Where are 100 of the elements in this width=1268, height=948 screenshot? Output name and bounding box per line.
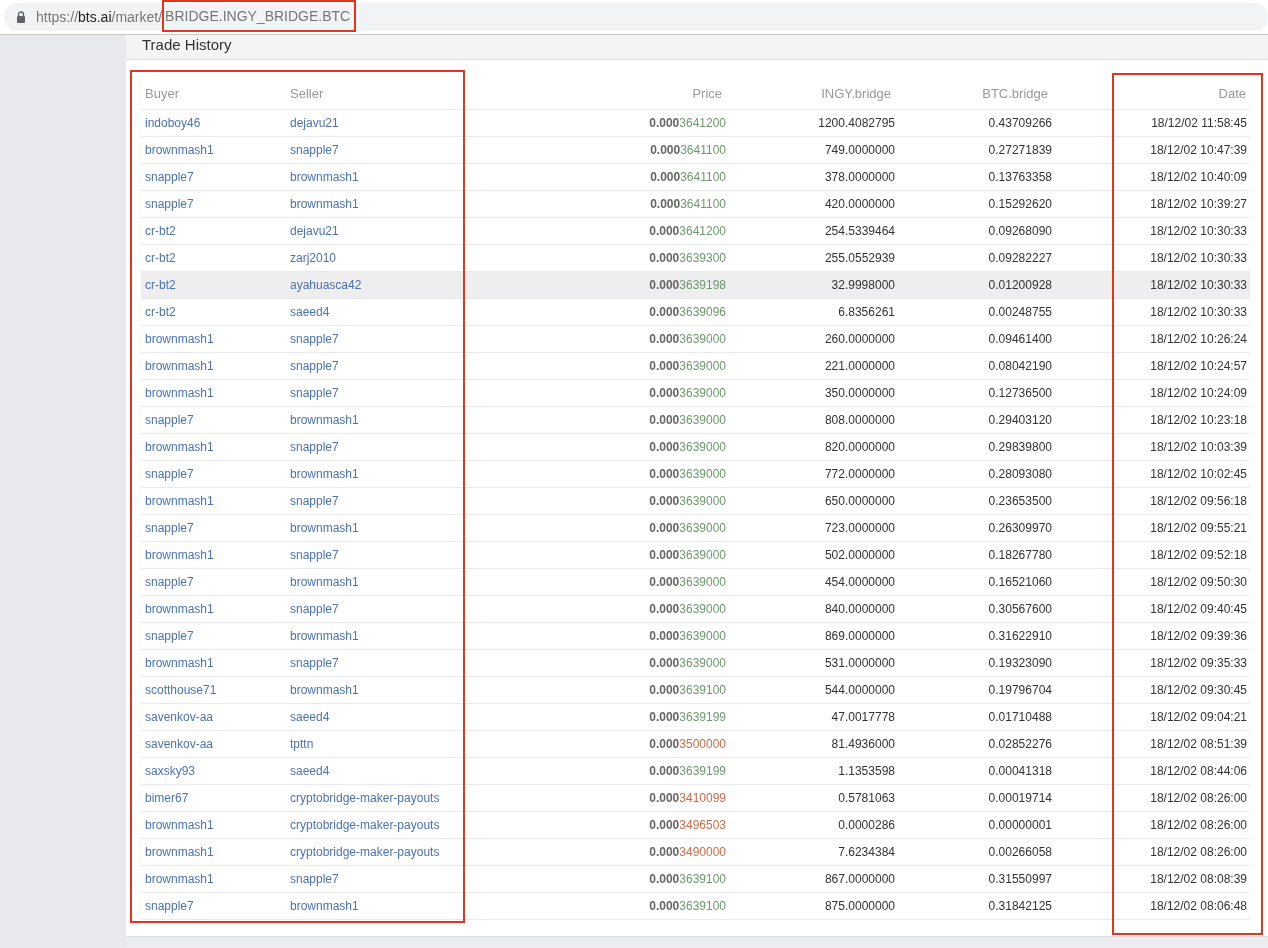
price-text: 0.0003500000 (649, 737, 726, 751)
seller-link[interactable]: snapple7 (290, 386, 339, 400)
amount-text: 502.0000000 (824, 548, 895, 562)
buyer-link[interactable]: brownmash1 (145, 143, 214, 157)
buyer-link[interactable]: brownmash1 (145, 872, 214, 886)
buyer-link[interactable]: savenkov-aa (145, 737, 214, 751)
buyer-link[interactable]: cr-bt2 (145, 278, 176, 292)
seller-link[interactable]: brownmash1 (290, 413, 359, 427)
buyer-link[interactable]: brownmash1 (145, 332, 214, 346)
buyer-link[interactable]: snapple7 (145, 467, 194, 481)
seller-link[interactable]: cryptobridge-maker-payouts (290, 818, 440, 832)
buyer-link[interactable]: brownmash1 (145, 818, 214, 832)
amount-text: 749.0000000 (824, 143, 895, 157)
amount-text: 723.0000000 (824, 521, 895, 535)
url-text: https://bts.ai/market/ (36, 9, 163, 25)
seller-link[interactable]: snapple7 (290, 602, 339, 616)
seller-link[interactable]: snapple7 (290, 548, 339, 562)
total-text: 0.13763358 (988, 170, 1052, 184)
amount-text: 0.0000286 (838, 818, 895, 832)
buyer-link[interactable]: snapple7 (145, 170, 194, 184)
seller-link[interactable]: brownmash1 (290, 899, 359, 913)
amount-text: 875.0000000 (824, 899, 895, 913)
total-text: 0.26309970 (988, 521, 1052, 535)
seller-link[interactable]: snapple7 (290, 359, 339, 373)
total-text: 0.16521060 (988, 575, 1052, 589)
seller-link[interactable]: brownmash1 (290, 683, 359, 697)
total-text: 0.29839800 (988, 440, 1052, 454)
seller-link[interactable]: saeed4 (290, 764, 330, 778)
amount-text: 0.5781063 (838, 791, 895, 805)
seller-link[interactable]: snapple7 (290, 143, 339, 157)
buyer-link[interactable]: brownmash1 (145, 548, 214, 562)
buyer-link[interactable]: snapple7 (145, 413, 194, 427)
date-text: 18/12/02 10:03:39 (1150, 440, 1247, 454)
seller-link[interactable]: zarj2010 (290, 251, 337, 265)
buyer-link[interactable]: snapple7 (145, 197, 194, 211)
buyer-link[interactable]: indoboy46 (145, 116, 201, 130)
date-text: 18/12/02 09:39:36 (1150, 629, 1247, 643)
seller-link[interactable]: dejavu21 (290, 116, 339, 130)
amount-text: 531.0000000 (824, 656, 895, 670)
seller-link[interactable]: snapple7 (290, 494, 339, 508)
date-text: 18/12/02 08:51:39 (1150, 737, 1247, 751)
buyer-link[interactable]: savenkov-aa (145, 710, 214, 724)
buyer-link[interactable]: snapple7 (145, 629, 194, 643)
price-text: 0.0003641100 (650, 197, 726, 211)
seller-link[interactable]: saeed4 (290, 305, 330, 319)
buyer-link[interactable]: scotthouse71 (145, 683, 217, 697)
seller-link[interactable]: cryptobridge-maker-payouts (290, 845, 440, 859)
buyer-link[interactable]: cr-bt2 (145, 251, 176, 265)
buyer-link[interactable]: snapple7 (145, 575, 194, 589)
price-text: 0.0003639000 (649, 629, 726, 643)
amount-text: 47.0017778 (831, 710, 895, 724)
total-text: 0.00019714 (988, 791, 1052, 805)
buyer-link[interactable]: snapple7 (145, 521, 194, 535)
seller-link[interactable]: ayahuasca42 (290, 278, 362, 292)
buyer-link[interactable]: brownmash1 (145, 656, 214, 670)
column-header: Price (692, 86, 722, 101)
total-text: 0.02852276 (988, 737, 1052, 751)
seller-link[interactable]: saeed4 (290, 710, 330, 724)
date-text: 18/12/02 09:40:45 (1150, 602, 1247, 616)
price-text: 0.0003641100 (650, 170, 726, 184)
total-text: 0.01200928 (988, 278, 1052, 292)
seller-link[interactable]: brownmash1 (290, 629, 359, 643)
seller-link[interactable]: dejavu21 (290, 224, 339, 238)
amount-text: 1200.4082795 (818, 116, 895, 130)
seller-link[interactable]: tpttn (290, 737, 314, 751)
buyer-link[interactable]: brownmash1 (145, 494, 214, 508)
price-text: 0.0003496503 (649, 818, 726, 832)
buyer-link[interactable]: brownmash1 (145, 386, 214, 400)
total-text: 0.18267780 (988, 548, 1052, 562)
seller-link[interactable]: brownmash1 (290, 170, 359, 184)
buyer-link[interactable]: brownmash1 (145, 359, 214, 373)
date-text: 18/12/02 08:44:06 (1150, 764, 1247, 778)
address-bar[interactable]: https://bts.ai/market/ BRIDGE.INGY_BRIDGE.BTC (4, 3, 1268, 31)
seller-link[interactable]: brownmash1 (290, 575, 359, 589)
seller-link[interactable]: snapple7 (290, 440, 339, 454)
price-text: 0.0003639198 (649, 278, 726, 292)
price-text: 0.0003639000 (649, 548, 726, 562)
seller-link[interactable]: snapple7 (290, 656, 339, 670)
panel-title: Trade History (142, 35, 232, 55)
price-text: 0.0003639000 (649, 602, 726, 616)
price-text: 0.0003639000 (649, 575, 726, 589)
seller-link[interactable]: snapple7 (290, 332, 339, 346)
date-text: 18/12/02 09:30:45 (1150, 683, 1247, 697)
buyer-link[interactable]: cr-bt2 (145, 224, 176, 238)
buyer-link[interactable]: cr-bt2 (145, 305, 176, 319)
amount-text: 869.0000000 (824, 629, 895, 643)
buyer-link[interactable]: brownmash1 (145, 440, 214, 454)
buyer-link[interactable]: saxsky93 (145, 764, 196, 778)
buyer-link[interactable]: brownmash1 (145, 602, 214, 616)
seller-link[interactable]: brownmash1 (290, 197, 359, 211)
buyer-link[interactable]: brownmash1 (145, 845, 214, 859)
seller-link[interactable]: brownmash1 (290, 467, 359, 481)
buyer-link[interactable]: bimer67 (145, 791, 189, 805)
total-text: 0.19323090 (988, 656, 1052, 670)
seller-link[interactable]: cryptobridge-maker-payouts (290, 791, 440, 805)
date-text: 18/12/02 10:24:09 (1150, 386, 1247, 400)
seller-link[interactable]: brownmash1 (290, 521, 359, 535)
price-text: 0.0003639199 (649, 764, 726, 778)
buyer-link[interactable]: snapple7 (145, 899, 194, 913)
seller-link[interactable]: snapple7 (290, 872, 339, 886)
